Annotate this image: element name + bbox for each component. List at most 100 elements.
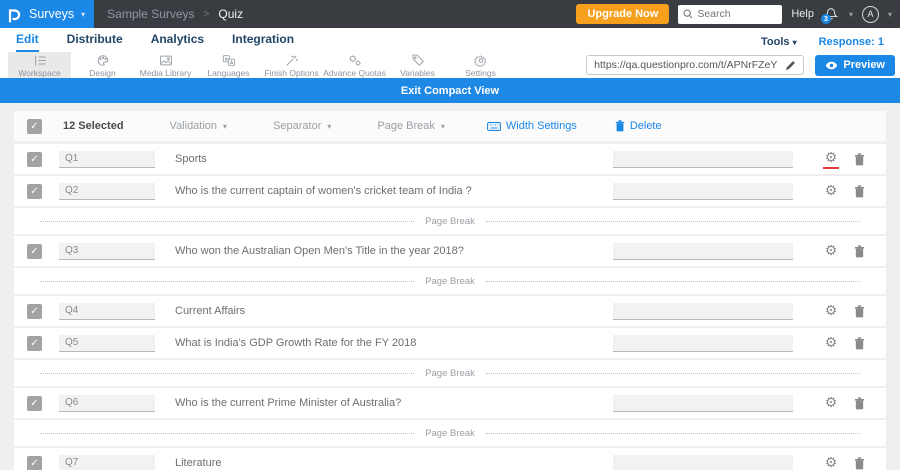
response-count-link[interactable]: Response: 1 <box>819 36 884 48</box>
page-break-dropdown[interactable]: Page Break ▾ <box>377 120 445 132</box>
tab-variables[interactable]: Variables <box>386 52 449 78</box>
check-icon: ✓ <box>30 120 39 132</box>
question-checkbox[interactable]: ✓ <box>27 303 42 319</box>
nav-tab-integration[interactable]: Integration <box>232 32 294 52</box>
page-break-label: Page Break <box>425 367 475 379</box>
question-checkbox[interactable]: ✓ <box>27 243 42 259</box>
question-value-input[interactable] <box>613 150 793 168</box>
chevron-down-icon: ▾ <box>81 9 86 19</box>
gear-icon: ⚙ <box>824 454 838 470</box>
nav-tab-edit[interactable]: Edit <box>16 32 39 52</box>
check-icon: ✓ <box>30 337 39 349</box>
gear-icon: ⚙ <box>824 394 838 410</box>
media-library-icon <box>159 55 172 66</box>
question-text: Who is the current captain of women's cr… <box>175 185 472 197</box>
question-settings-button[interactable]: ⚙ <box>823 150 839 169</box>
notifications-button[interactable]: 3 <box>820 5 840 24</box>
advance-quotas-icon <box>348 55 361 66</box>
question-checkbox[interactable]: ✓ <box>27 151 42 167</box>
question-text: Current Affairs <box>175 305 246 317</box>
question-code-input[interactable] <box>59 394 155 412</box>
edit-pencil-icon[interactable] <box>785 60 796 71</box>
width-settings-icon <box>486 121 501 131</box>
question-code-input[interactable] <box>59 242 155 260</box>
question-checkbox[interactable]: ✓ <box>27 395 42 411</box>
exit-compact-view-bar[interactable]: Exit Compact View <box>0 78 900 103</box>
workspace-icon <box>34 55 46 66</box>
search-box[interactable] <box>678 4 783 24</box>
question-checkbox[interactable]: ✓ <box>27 183 42 199</box>
survey-toolbar: Workspace Design Media Library Languages… <box>0 52 900 78</box>
question-delete-button[interactable] <box>854 456 865 470</box>
product-menu[interactable]: Surveys ▾ <box>0 0 95 28</box>
question-text: Sports <box>175 153 207 165</box>
page-break-label: Page Break <box>425 215 475 227</box>
question-value-input[interactable] <box>613 334 793 352</box>
nav-tabs: Edit Distribute Analytics Integration <box>16 32 294 52</box>
question-code-input[interactable] <box>59 150 155 168</box>
tools-menu[interactable]: Tools ▾ <box>761 36 797 48</box>
question-delete-button[interactable] <box>854 184 865 198</box>
nav-tab-distribute[interactable]: Distribute <box>67 32 123 52</box>
page-break-line <box>485 372 860 374</box>
question-settings-button[interactable]: ⚙ <box>823 395 839 411</box>
search-icon <box>683 9 693 19</box>
question-delete-button[interactable] <box>854 152 865 166</box>
tab-workspace[interactable]: Workspace <box>8 52 71 78</box>
upgrade-now-button[interactable]: Upgrade Now <box>576 4 670 24</box>
selection-toolbar: ✓ 12 Selected Validation ▾ Separator ▾ Pag… <box>14 111 886 141</box>
question-value-input[interactable] <box>613 454 793 470</box>
tab-media-library[interactable]: Media Library <box>134 52 197 78</box>
check-icon: ✓ <box>30 457 39 469</box>
question-settings-button[interactable]: ⚙ <box>823 335 839 351</box>
nav-tab-analytics[interactable]: Analytics <box>151 32 204 52</box>
question-code-input[interactable] <box>59 182 155 200</box>
tab-design[interactable]: Design <box>71 52 134 78</box>
tab-settings[interactable]: Settings <box>449 52 512 78</box>
question-code-input[interactable] <box>59 302 155 320</box>
chevron-down-icon: ▾ <box>792 38 797 47</box>
tab-advance-quotas[interactable]: Advance Quotas <box>323 52 386 78</box>
page-break-label: Page Break <box>425 427 475 439</box>
question-settings-button[interactable]: ⚙ <box>823 455 839 470</box>
trash-icon <box>615 120 625 132</box>
tab-languages[interactable]: Languages <box>197 52 260 78</box>
page-break-row: Page Break <box>14 208 886 234</box>
question-value-input[interactable] <box>613 182 793 200</box>
question-value-input[interactable] <box>613 302 793 320</box>
delete-button[interactable]: Delete <box>615 120 662 132</box>
question-settings-button[interactable]: ⚙ <box>823 243 839 259</box>
question-checkbox[interactable]: ✓ <box>27 455 42 470</box>
question-settings-button[interactable]: ⚙ <box>823 303 839 319</box>
question-value-input[interactable] <box>613 394 793 412</box>
width-settings-button[interactable]: Width Settings <box>486 120 577 132</box>
search-input[interactable] <box>697 8 776 20</box>
question-value-input[interactable] <box>613 242 793 260</box>
tab-finish-options[interactable]: Finish Options <box>260 52 323 78</box>
notification-badge: 3 <box>820 14 831 24</box>
question-settings-button[interactable]: ⚙ <box>823 183 839 199</box>
validation-dropdown[interactable]: Validation ▾ <box>170 120 228 132</box>
trash-icon <box>854 336 865 349</box>
avatar[interactable]: A <box>861 5 879 23</box>
question-delete-button[interactable] <box>854 396 865 410</box>
chevron-down-icon: ▾ <box>327 121 332 131</box>
finish-options-icon <box>285 55 298 66</box>
breadcrumb-parent[interactable]: Sample Surveys <box>107 7 194 21</box>
select-all-checkbox[interactable]: ✓ <box>27 118 42 134</box>
question-checkbox[interactable]: ✓ <box>27 335 42 351</box>
trash-icon <box>854 244 865 257</box>
question-delete-button[interactable] <box>854 336 865 350</box>
preview-button[interactable]: Preview <box>815 54 895 76</box>
survey-url-box[interactable]: https://qa.questionpro.com/t/APNrFZeY <box>586 55 805 75</box>
trash-icon <box>854 184 865 197</box>
breadcrumb-current: Quiz <box>218 7 244 21</box>
help-link[interactable]: Help <box>791 8 814 20</box>
question-delete-button[interactable] <box>854 304 865 318</box>
question-code-input[interactable] <box>59 454 155 470</box>
question-code-input[interactable] <box>59 334 155 352</box>
separator-dropdown[interactable]: Separator ▾ <box>273 120 331 132</box>
question-delete-button[interactable] <box>854 244 865 258</box>
trash-icon <box>854 456 865 469</box>
question-row: ✓ Sports ⚙ <box>14 144 886 174</box>
